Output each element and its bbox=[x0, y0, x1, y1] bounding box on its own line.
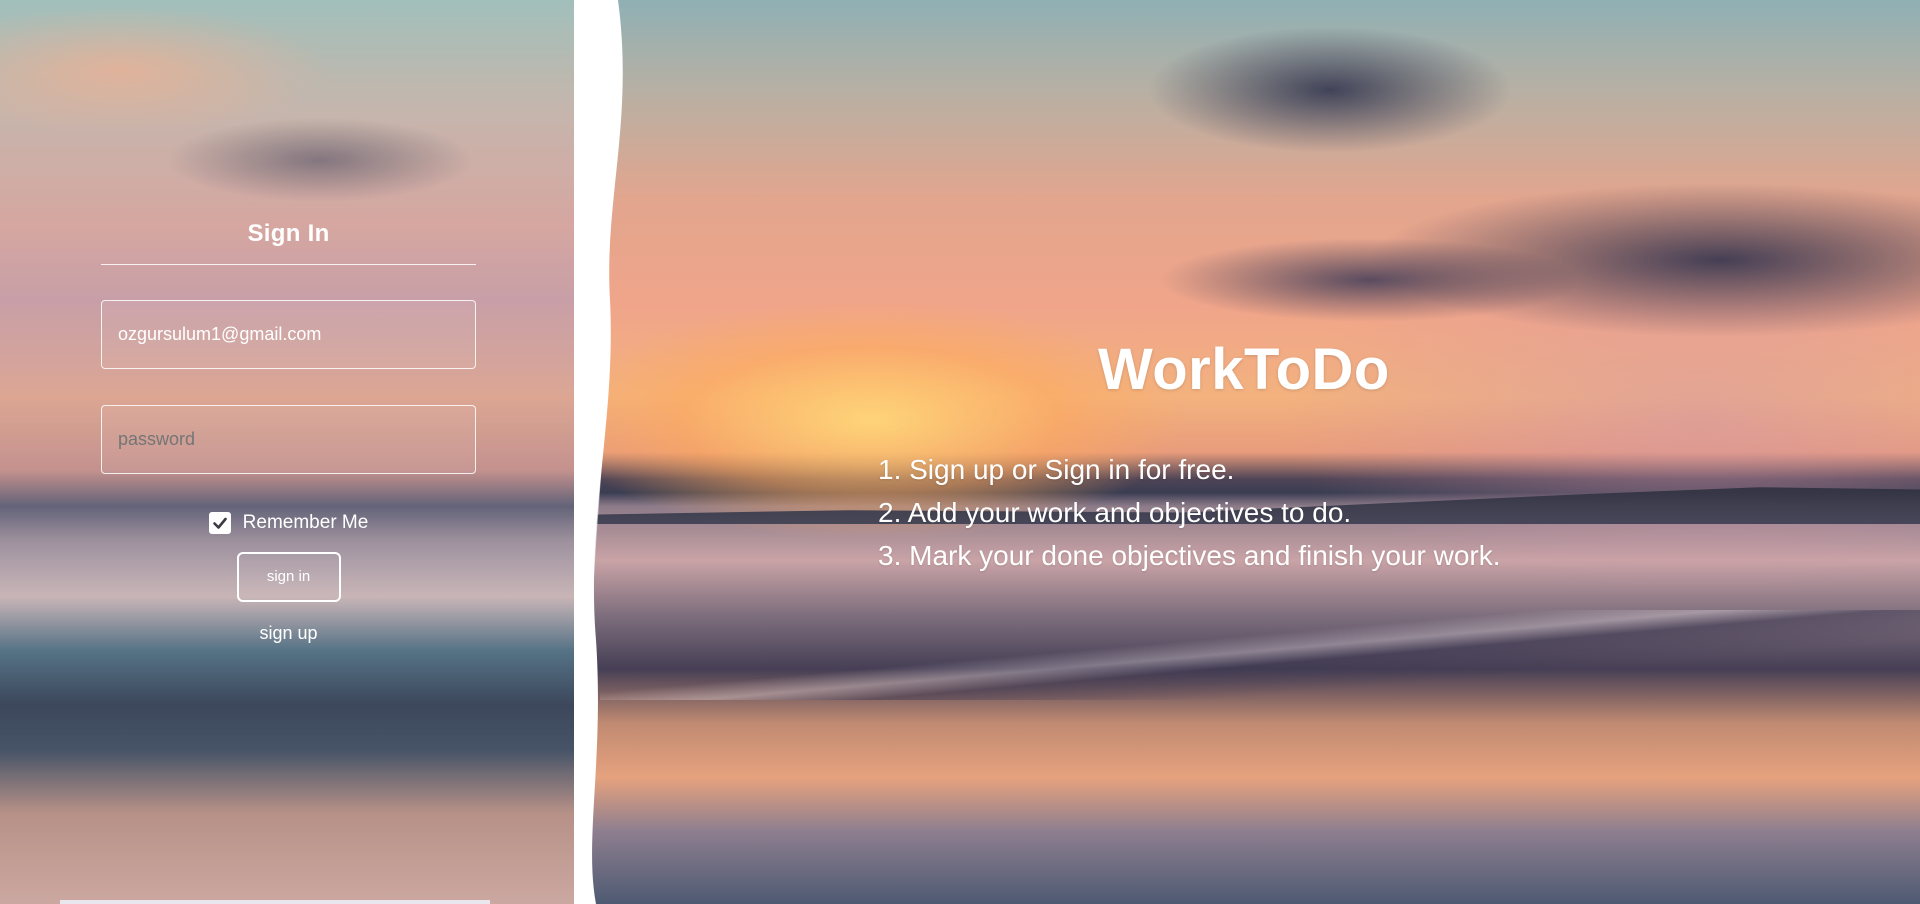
signin-button[interactable]: sign in bbox=[236, 552, 341, 602]
step-item: 2. Add your work and objectives to do. bbox=[878, 497, 1352, 528]
feature-steps: 1. Sign up or Sign in for free. 2. Add y… bbox=[878, 448, 1501, 577]
remember-me[interactable]: Remember Me bbox=[101, 508, 476, 538]
step-item: 1. Sign up or Sign in for free. bbox=[878, 454, 1235, 485]
signin-title: Sign In bbox=[247, 220, 330, 247]
wave-foam bbox=[600, 610, 1920, 700]
step-item: 3. Mark your done objectives and finish … bbox=[878, 540, 1501, 571]
title-divider bbox=[101, 264, 476, 265]
remember-checkbox[interactable] bbox=[208, 512, 231, 534]
email-input[interactable] bbox=[101, 300, 476, 369]
wave-divider bbox=[574, 0, 623, 904]
remember-label: Remember Me bbox=[242, 512, 369, 533]
password-input[interactable] bbox=[101, 405, 476, 474]
bottom-strip bbox=[60, 900, 490, 904]
checkmark-icon bbox=[212, 517, 227, 529]
brand-title: WorkToDo bbox=[1098, 337, 1390, 402]
signin-form: Sign In Remember Me sign in sign up bbox=[101, 212, 476, 644]
signup-link[interactable]: sign up bbox=[101, 623, 476, 644]
